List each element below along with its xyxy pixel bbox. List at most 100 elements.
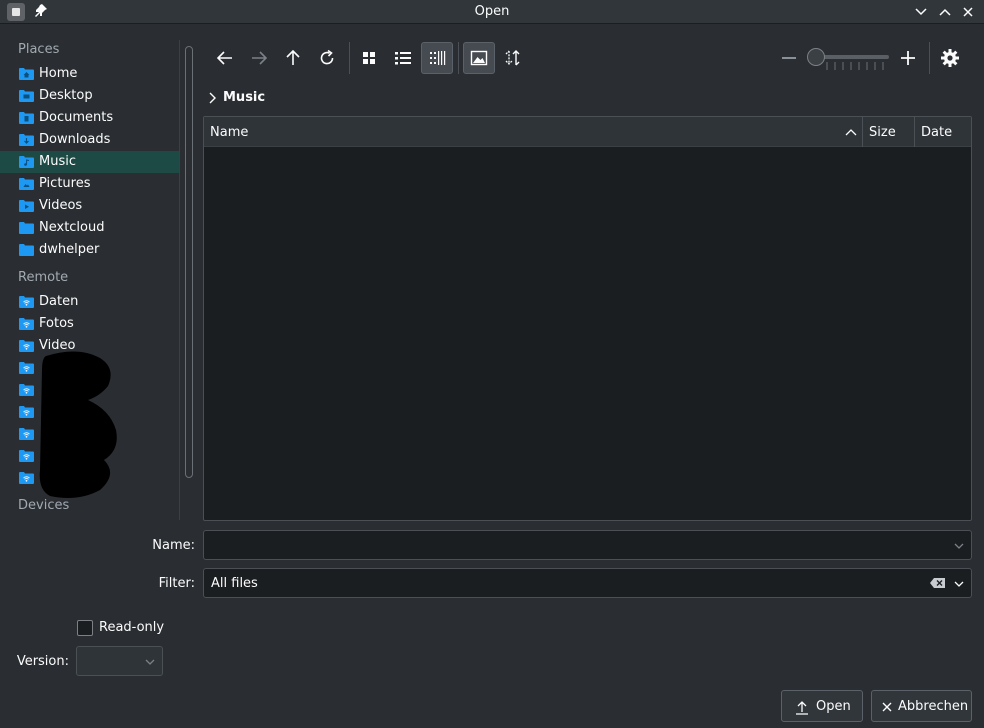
forward-button[interactable] — [243, 42, 275, 74]
file-list-view[interactable]: Name Size Date — [203, 116, 972, 521]
back-button[interactable] — [209, 42, 241, 74]
column-label: Date — [921, 125, 953, 140]
zoom-slider-handle[interactable] — [807, 48, 825, 66]
name-label: Name: — [152, 538, 195, 553]
sidebar-item-label: Desktop — [39, 88, 93, 103]
redaction-smudge — [39, 351, 117, 498]
toolbar-separator — [458, 42, 459, 74]
chevron-down-icon — [145, 659, 155, 665]
detail-view-icon — [430, 51, 446, 65]
version-combo[interactable] — [76, 646, 163, 676]
cancel-button[interactable]: Abbrechen — [871, 690, 972, 722]
column-size[interactable]: Size — [862, 117, 914, 147]
videos-folder-icon — [19, 200, 34, 212]
close-icon — [963, 7, 973, 17]
filter-combo[interactable]: All files — [203, 568, 972, 598]
filter-value[interactable]: All files — [211, 576, 258, 591]
title-bar: Open — [0, 0, 984, 24]
sidebar-item-label: Music — [39, 154, 76, 169]
sort-button[interactable] — [497, 42, 529, 74]
icons-view-button[interactable] — [353, 42, 385, 74]
window-title: Open — [474, 4, 510, 19]
sort-icon — [505, 50, 520, 66]
up-button[interactable] — [277, 42, 309, 74]
column-date[interactable]: Date — [914, 117, 971, 147]
documents-folder-icon — [19, 112, 34, 124]
sort-ascending-icon — [845, 129, 857, 136]
column-label: Name — [210, 125, 249, 140]
sidebar-item-videos[interactable]: Videos — [0, 195, 180, 217]
arrow-up-icon — [286, 49, 300, 65]
sidebar-item-label: Nextcloud — [39, 220, 105, 235]
image-preview-icon — [470, 50, 488, 66]
detail-view-button[interactable] — [421, 42, 453, 74]
chevron-right-icon[interactable] — [207, 91, 219, 105]
zoom-out-button[interactable] — [773, 42, 805, 74]
folder-icon — [19, 244, 34, 256]
column-label: Size — [869, 125, 896, 140]
compact-view-icon — [395, 52, 411, 65]
sidebar-item-label: Documents — [39, 110, 114, 125]
pictures-folder-icon — [19, 178, 34, 190]
sidebar-item-label: Pictures — [39, 176, 91, 191]
maximize-button[interactable] — [936, 3, 954, 21]
clear-icon[interactable] — [930, 577, 946, 589]
name-combo[interactable] — [203, 530, 972, 560]
sidebar-item-label: Videos — [39, 198, 83, 213]
icons-view-icon — [363, 52, 375, 64]
network-folder-icon — [19, 362, 34, 374]
column-name[interactable]: Name — [204, 117, 862, 147]
network-folder-icon — [19, 296, 34, 308]
zoom-in-button[interactable] — [892, 42, 924, 74]
network-folder-icon — [19, 428, 34, 440]
sidebar-scrollbar[interactable] — [185, 46, 193, 478]
home-folder-icon — [19, 68, 34, 80]
network-folder-icon — [19, 450, 34, 462]
sidebar-item-dwhelper[interactable]: dwhelper — [0, 239, 180, 261]
sidebar-item-documents[interactable]: Documents — [0, 107, 180, 129]
preview-toggle-button[interactable] — [463, 42, 495, 74]
minus-icon — [782, 57, 796, 59]
close-button[interactable] — [959, 3, 977, 21]
reload-button[interactable] — [311, 42, 343, 74]
sidebar-item-pictures[interactable]: Pictures — [0, 173, 180, 195]
devices-section-header: Devices — [18, 498, 70, 513]
remote-section-header: Remote — [18, 270, 69, 285]
chevron-down-icon[interactable] — [953, 578, 965, 590]
toolbar — [203, 40, 973, 76]
sidebar-item-music[interactable]: Music — [0, 151, 180, 173]
sidebar-item-home[interactable]: Home — [0, 63, 180, 85]
toolbar-separator — [929, 42, 930, 74]
network-folder-icon — [19, 384, 34, 396]
readonly-label[interactable]: Read-only — [99, 620, 164, 635]
network-folder-icon — [19, 318, 34, 330]
downloads-folder-icon — [19, 134, 34, 146]
version-label: Version: — [16, 654, 69, 669]
network-folder-icon — [19, 406, 34, 418]
sidebar-item-daten[interactable]: Daten — [0, 291, 180, 313]
sidebar-item-nextcloud[interactable]: Nextcloud — [0, 217, 180, 239]
compact-view-button[interactable] — [387, 42, 419, 74]
sidebar-item-desktop[interactable]: Desktop — [0, 85, 180, 107]
settings-button[interactable] — [934, 42, 966, 74]
zoom-slider-track[interactable] — [817, 55, 889, 59]
chevron-down-icon[interactable] — [953, 540, 965, 552]
network-folder-icon — [19, 472, 34, 484]
sidebar-item-label: Home — [39, 66, 78, 81]
breadcrumb-current[interactable]: Music — [223, 90, 265, 105]
readonly-checkbox[interactable] — [77, 620, 93, 636]
gear-icon — [941, 49, 959, 67]
network-folder-icon — [19, 340, 34, 352]
toolbar-separator — [349, 42, 350, 74]
chevron-up-icon — [939, 8, 951, 16]
sidebar-item-label: Fotos — [39, 316, 74, 331]
places-section-header: Places — [18, 42, 60, 57]
arrow-right-icon — [252, 51, 268, 65]
open-button[interactable]: Open — [781, 690, 863, 722]
minimize-button[interactable] — [912, 3, 930, 21]
sidebar-item-downloads[interactable]: Downloads — [0, 129, 180, 151]
folder-icon — [19, 222, 34, 234]
filter-label: Filter: — [158, 576, 195, 591]
reload-icon — [320, 49, 334, 65]
sidebar-item-fotos[interactable]: Fotos — [0, 313, 180, 335]
